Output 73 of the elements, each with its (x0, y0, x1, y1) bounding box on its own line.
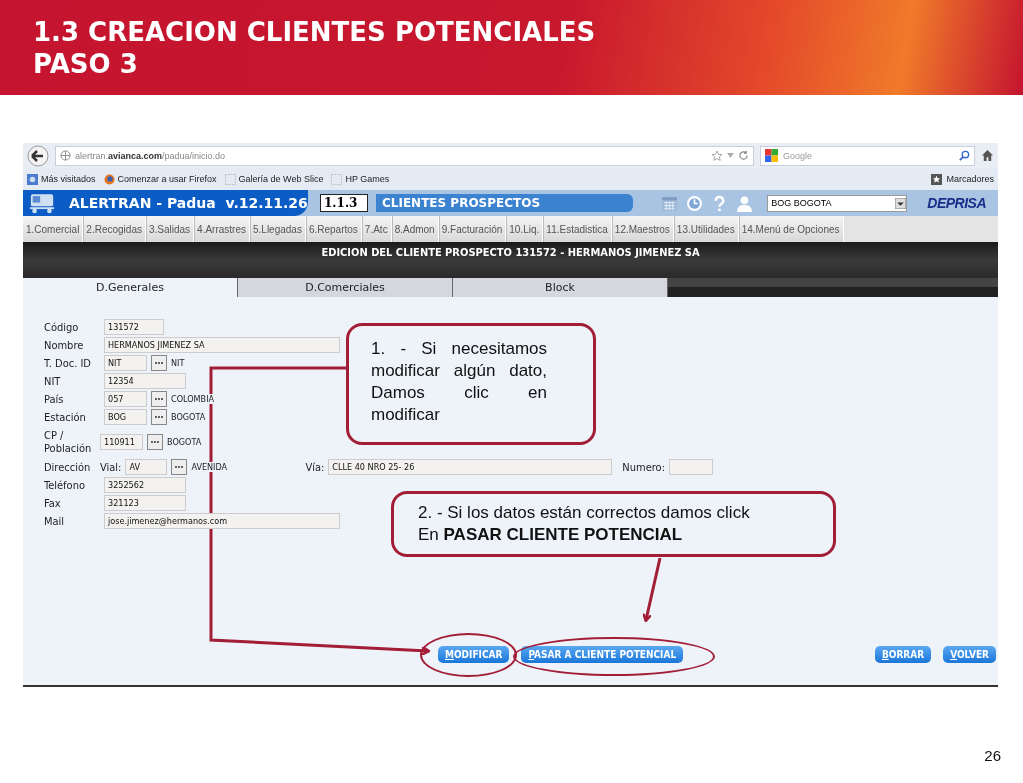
bookmark-link[interactable]: HP Games (331, 173, 390, 185)
field-label: NIT (44, 374, 62, 388)
firefox-icon (103, 173, 115, 185)
google-logo-icon (765, 149, 778, 162)
screen-code-field[interactable]: 1.1.3 (320, 194, 368, 212)
tab[interactable]: Block (453, 278, 668, 297)
company-logo: DEPRISA (927, 195, 986, 211)
ellipsis-icon (154, 415, 164, 419)
lookup-button[interactable] (151, 409, 167, 425)
input-field[interactable]: jose.jimenez@hermanos.com (104, 513, 340, 529)
home-icon[interactable] (981, 149, 994, 162)
bookmark-link[interactable]: Más visitados (27, 173, 96, 185)
lookup-button[interactable] (147, 434, 163, 450)
input-field[interactable]: 321123 (104, 495, 186, 511)
field-label: Código (44, 320, 80, 334)
lookup-button[interactable] (171, 459, 188, 475)
lookup-button[interactable] (151, 355, 167, 371)
bookmarks-menu[interactable]: Marcadores (946, 174, 994, 184)
reload-icon[interactable] (738, 150, 749, 161)
bookmark-link[interactable]: Galería de Web Slice (224, 173, 324, 185)
callout-note: 2. - Si los datos están correctos damos click En PASAR CLIENTE POTENCIAL (391, 491, 836, 557)
lookup-description: BOGOTA (171, 412, 206, 422)
input-field[interactable]: AV (125, 459, 168, 475)
banner-title: EDICION DEL CLIENTE PROSPECTO 131572 - HERMANOS JIMENEZ SA (321, 246, 700, 260)
ellipsis-icon (154, 361, 164, 365)
input-field[interactable]: BOG (104, 409, 147, 425)
web-slice-icon (224, 173, 236, 185)
page-number: 26 (984, 747, 1001, 764)
field-label: Dirección (44, 460, 92, 474)
input-field[interactable]: 3252562 (104, 477, 186, 493)
field-label: Numero: (622, 460, 665, 474)
bookmark-link[interactable]: Comenzar a usar Firefox (103, 173, 217, 185)
globe-icon (60, 150, 71, 161)
lookup-description: BOGOTA (167, 437, 202, 447)
field-label: Vía: (305, 460, 325, 474)
input-field[interactable]: 110911 (100, 434, 143, 450)
ellipsis-icon (154, 397, 164, 401)
field-label: Estación (44, 410, 87, 424)
ellipsis-icon (150, 440, 160, 444)
star-icon[interactable] (711, 149, 723, 162)
input-field[interactable]: CLLE 40 NRO 25- 26 (328, 459, 613, 475)
truck-icon (29, 192, 55, 214)
lookup-button[interactable] (151, 391, 167, 407)
bookmarks-icon[interactable] (931, 173, 943, 185)
arrow (642, 557, 662, 623)
slide-title: 1.3 CREACION CLIENTES POTENCIALES PASO 3 (33, 16, 596, 80)
field-label: Teléfono (44, 478, 86, 492)
caret-icon (895, 197, 907, 209)
field-label: País (44, 392, 65, 406)
tab[interactable]: D.Comerciales (238, 278, 453, 297)
callout-note: 1. - Si necesitamos modificar algún dato, Damos clic en modificar (346, 323, 596, 445)
screen-name-bar: CLIENTES PROSPECTOS (376, 194, 633, 212)
field-label: Mail (44, 514, 66, 528)
lookup-description: COLOMBIA (171, 394, 215, 404)
station-select[interactable]: BOG BOGOTA (767, 194, 908, 212)
search-icon[interactable] (959, 150, 970, 161)
input-field[interactable]: NIT (104, 355, 147, 371)
field-label: Vial: (100, 460, 122, 474)
lookup-description: NIT (171, 358, 185, 368)
field-label: T. Doc. ID (44, 356, 92, 370)
field-label: Fax (44, 496, 62, 510)
input-field[interactable]: 131572 (104, 319, 164, 335)
field-label: Nombre (44, 338, 85, 352)
web-slice-icon (331, 173, 343, 185)
ellipsis-icon (174, 465, 185, 469)
input-field[interactable] (669, 459, 713, 475)
input-field[interactable]: HERMANOS JIMENEZ SA (104, 337, 340, 353)
app-title: ALERTRAN - Padua v.12.11.26 (69, 195, 308, 211)
address-bar[interactable]: alertran.avianca.com/padua/inicio.do (55, 145, 754, 166)
input-field[interactable]: 057 (104, 391, 147, 407)
input-field[interactable]: 12354 (104, 373, 186, 389)
field-label: CP / Población (44, 429, 93, 455)
feed-icon (27, 173, 38, 185)
